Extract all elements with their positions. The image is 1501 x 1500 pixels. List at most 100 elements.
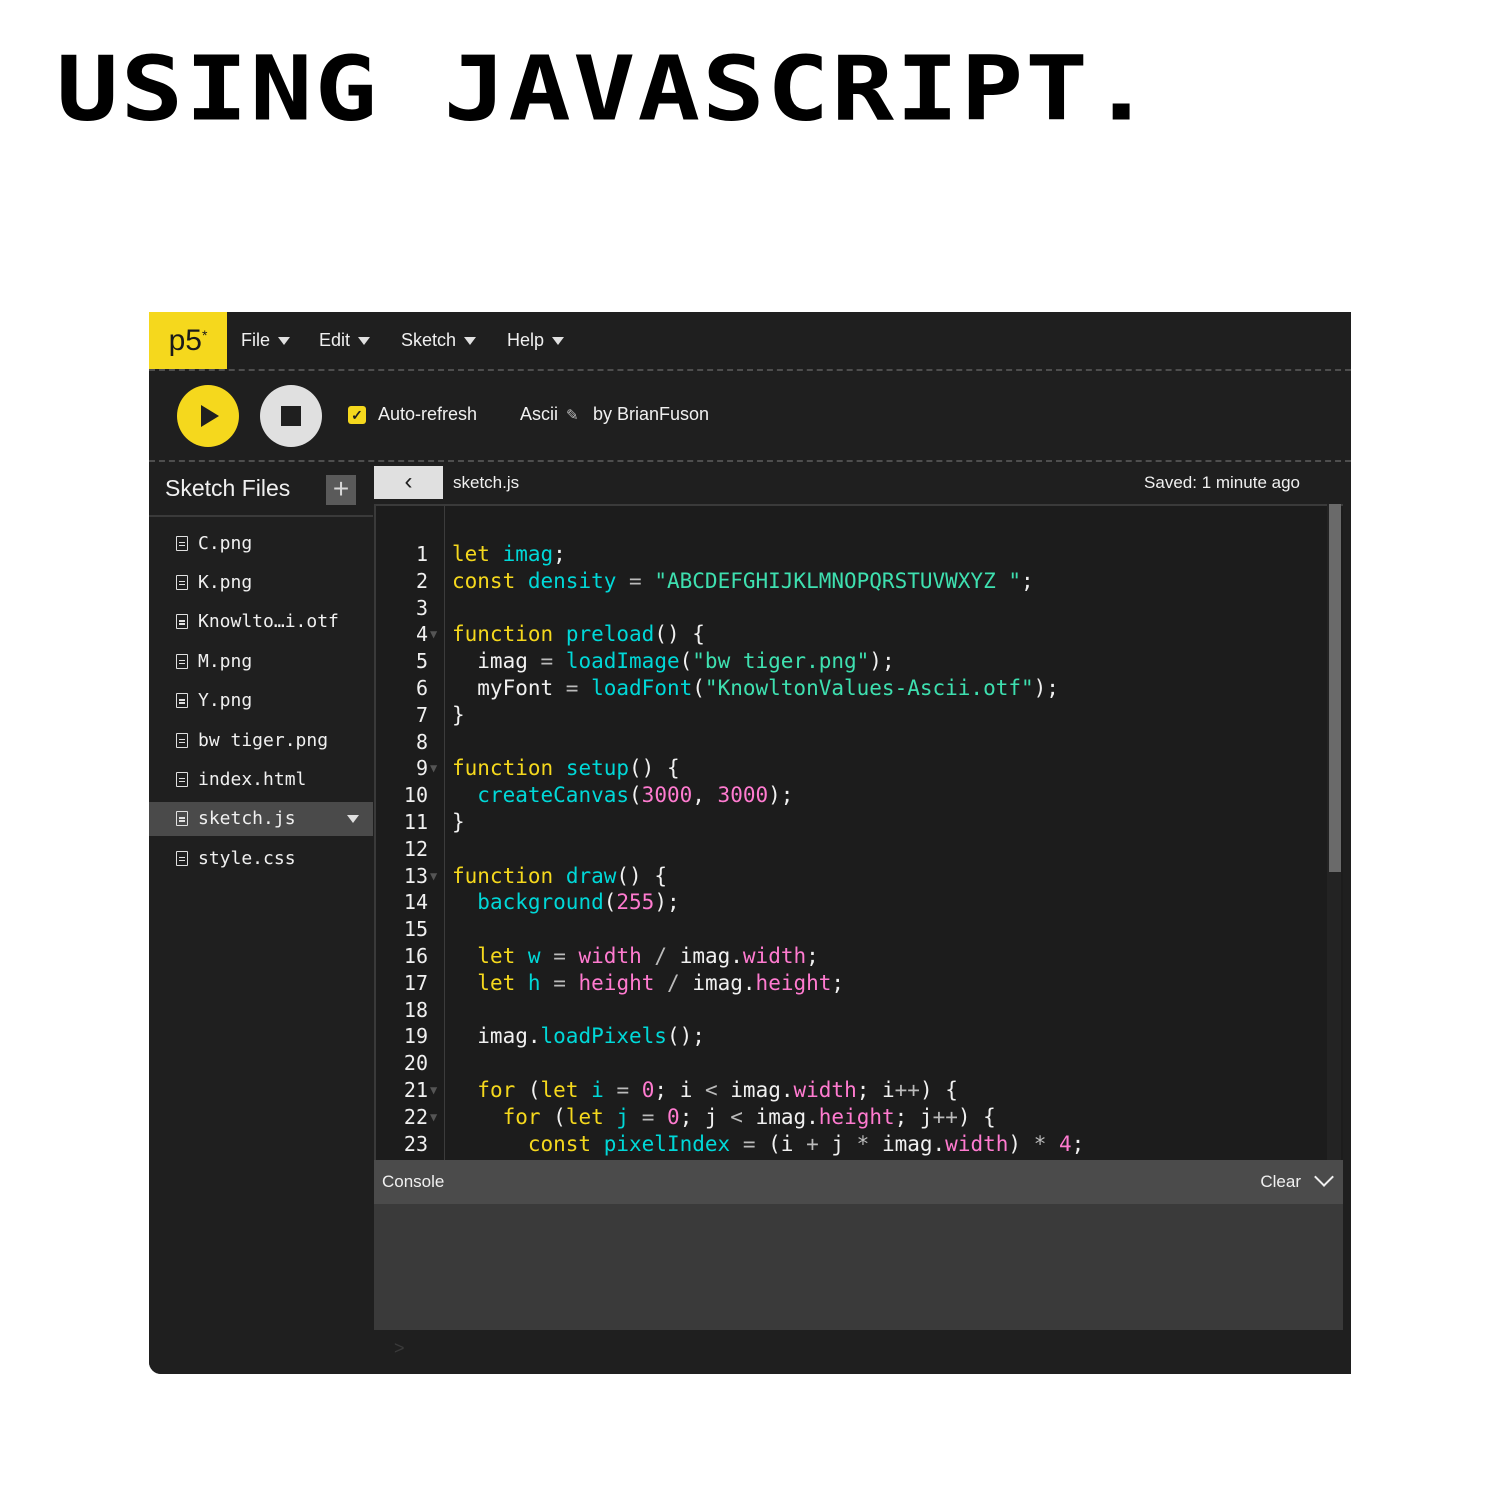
- code-line: 20: [376, 1050, 1336, 1077]
- code-token: =: [641, 1104, 655, 1129]
- code-text: function draw() {: [452, 863, 667, 890]
- menu-sketch[interactable]: Sketch: [401, 330, 477, 351]
- file-tab[interactable]: sketch.js: [453, 473, 519, 493]
- line-number: 15: [403, 917, 428, 942]
- code-token: ;: [806, 944, 819, 968]
- code-token: for: [477, 1078, 516, 1102]
- code-token: draw: [565, 863, 617, 888]
- file-name: index.html: [198, 768, 307, 790]
- code-token: background: [477, 890, 604, 915]
- file-options-icon[interactable]: [347, 814, 359, 823]
- code-token: (: [629, 783, 642, 808]
- file-item[interactable]: index.html: [149, 762, 373, 796]
- code-line: 15: [376, 916, 1336, 943]
- code-token: );: [869, 649, 895, 674]
- code-token: j: [616, 1104, 630, 1129]
- file-name: style.css: [198, 847, 296, 869]
- code-token: (: [603, 890, 617, 915]
- editor-tab-bar: ‹ sketch.js Saved: 1 minute ago: [374, 462, 1351, 504]
- code-editor[interactable]: 1 let imag; 2 const density = "ABCDEFGHIJKL…: [374, 504, 1343, 1164]
- code-line: 13 ▼ function draw() {: [376, 863, 1336, 890]
- code-token: /: [654, 944, 668, 968]
- file-item[interactable]: Y.png: [149, 684, 373, 718]
- code-text: const density = "ABCDEFGHIJKLMNOPQRSTUVW…: [452, 568, 1034, 595]
- console-input[interactable]: >: [374, 1330, 1343, 1374]
- code-token: height: [578, 970, 655, 995]
- code-token: /: [667, 970, 680, 995]
- file-item[interactable]: style.css: [149, 841, 373, 875]
- logo-mark: *: [201, 326, 208, 343]
- saved-status: Saved: 1 minute ago: [1144, 473, 1300, 492]
- code-token: pixelIndex: [603, 1131, 731, 1156]
- collapse-sidebar-button[interactable]: ‹: [374, 466, 443, 499]
- code-token: ): [1008, 1131, 1034, 1156]
- pencil-icon[interactable]: ✎: [566, 406, 579, 424]
- headline: USING JAVASCRIPT.: [56, 36, 1155, 142]
- line-number: 4: [415, 622, 428, 647]
- code-token: 3000: [641, 783, 693, 808]
- code-token: );: [768, 783, 794, 808]
- code-token: "KnowltonValues-Ascii.otf": [704, 676, 1034, 700]
- code-token: "bw tiger.png": [692, 649, 870, 674]
- console-clear-button[interactable]: Clear: [1260, 1172, 1301, 1192]
- line-number: 23: [403, 1131, 428, 1156]
- fold-arrow-icon[interactable]: ▼: [430, 1104, 437, 1131]
- fold-arrow-icon[interactable]: ▼: [430, 863, 437, 890]
- code-text: let w = width / imag.width;: [452, 943, 819, 970]
- file-item[interactable]: sketch.js: [149, 801, 373, 836]
- code-token: =: [629, 568, 642, 593]
- code-token: "ABCDEFGHIJKLMNOPQRSTUVWXYZ ": [654, 568, 1022, 593]
- editor-scrollbar[interactable]: [1327, 504, 1341, 1164]
- file-item[interactable]: Knowlto…i.otf: [149, 605, 373, 639]
- stop-button[interactable]: [260, 385, 322, 447]
- code-token: let: [540, 1078, 579, 1102]
- menu-edit[interactable]: Edit: [319, 330, 371, 351]
- code-line: 23 const pixelIndex = (i + j * imag.widt…: [376, 1131, 1336, 1158]
- code-token: (: [515, 1078, 541, 1102]
- fold-arrow-icon[interactable]: ▼: [430, 1077, 437, 1104]
- menu-help[interactable]: Help: [507, 330, 565, 351]
- code-token: ,: [692, 783, 718, 808]
- menu-file[interactable]: File: [241, 330, 291, 351]
- scrollbar-thumb[interactable]: [1329, 504, 1341, 872]
- sketch-name[interactable]: Ascii: [520, 404, 558, 425]
- code-text: function preload() {: [452, 621, 705, 648]
- code-token: (i: [755, 1131, 807, 1156]
- file-item[interactable]: M.png: [149, 644, 373, 678]
- line-number: 20: [403, 1051, 428, 1076]
- file-icon: [176, 653, 188, 669]
- chevron-down-icon[interactable]: [1314, 1167, 1334, 1187]
- file-item[interactable]: bw tiger.png: [149, 723, 373, 757]
- auto-refresh-checkbox[interactable]: ✓: [348, 406, 366, 424]
- play-button[interactable]: [177, 385, 239, 447]
- code-line: 9 ▼ function setup() {: [376, 755, 1336, 782]
- file-item[interactable]: K.png: [149, 565, 373, 599]
- code-token: (: [679, 649, 693, 674]
- fold-arrow-icon[interactable]: ▼: [430, 621, 437, 648]
- menu-edit-label: Edit: [319, 330, 351, 350]
- p5-logo[interactable]: p5 *: [149, 312, 227, 369]
- code-text: background(255);: [452, 889, 679, 916]
- file-name: C.png: [198, 532, 253, 554]
- auto-refresh-label: Auto-refresh: [378, 404, 478, 424]
- file-item[interactable]: C.png: [149, 526, 373, 560]
- code-token: ;: [553, 542, 566, 566]
- add-file-button[interactable]: +: [326, 475, 356, 505]
- code-token: +: [806, 1131, 819, 1156]
- fold-arrow-icon[interactable]: ▼: [430, 755, 437, 782]
- code-token: =: [553, 970, 566, 995]
- code-token: width: [945, 1131, 1009, 1156]
- code-token: =: [565, 676, 579, 700]
- line-number: 1: [415, 542, 428, 566]
- line-number: 19: [403, 1024, 428, 1049]
- code-token: w: [527, 944, 541, 968]
- sketch-author[interactable]: by BrianFuson: [593, 404, 709, 425]
